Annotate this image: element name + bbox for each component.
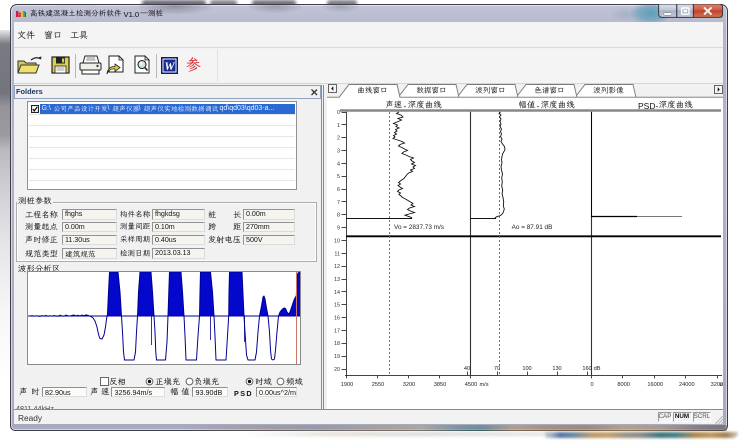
svg-text:Ao = 87.91 dB: Ao = 87.91 dB xyxy=(512,224,553,231)
svg-text:3: 3 xyxy=(337,148,340,154)
svg-text:m/s: m/s xyxy=(479,382,488,388)
svg-text:40: 40 xyxy=(464,366,470,372)
svg-text:15: 15 xyxy=(334,303,340,309)
svg-text:4500: 4500 xyxy=(465,382,477,388)
svg-text:3200: 3200 xyxy=(403,382,415,388)
svg-text:130: 130 xyxy=(552,366,561,372)
svg-text:16: 16 xyxy=(334,316,340,322)
svg-text:20: 20 xyxy=(334,367,340,373)
svg-text:16000: 16000 xyxy=(647,382,663,388)
svg-text:10: 10 xyxy=(334,238,340,244)
svg-text:160: 160 xyxy=(582,366,591,372)
svg-text:Vo = 2837.73 m/s: Vo = 2837.73 m/s xyxy=(394,224,444,231)
svg-text:0: 0 xyxy=(590,382,593,388)
svg-text:2550: 2550 xyxy=(372,382,384,388)
svg-text:dB: dB xyxy=(594,366,601,372)
svg-text:1900: 1900 xyxy=(341,382,353,388)
svg-text:2: 2 xyxy=(337,136,340,142)
svg-text:17: 17 xyxy=(334,328,340,334)
svg-text:100: 100 xyxy=(522,366,531,372)
svg-text:8: 8 xyxy=(337,213,340,219)
svg-text:24000: 24000 xyxy=(679,382,695,388)
svg-text:9: 9 xyxy=(337,226,340,232)
svg-text:3850: 3850 xyxy=(434,382,446,388)
svg-text:4: 4 xyxy=(337,161,340,167)
svg-text:12: 12 xyxy=(334,264,340,270)
svg-text:11: 11 xyxy=(334,251,340,257)
svg-text:1: 1 xyxy=(337,123,340,129)
svg-text:18: 18 xyxy=(334,341,340,347)
svg-text:W: W xyxy=(164,61,175,73)
svg-text:0: 0 xyxy=(337,110,340,116)
svg-text:6: 6 xyxy=(337,187,340,193)
svg-text:13: 13 xyxy=(334,277,340,283)
svg-text:14: 14 xyxy=(334,290,340,296)
svg-text:19: 19 xyxy=(334,354,340,360)
svg-text:7: 7 xyxy=(337,200,340,206)
svg-text:u: u xyxy=(719,382,722,388)
svg-text:5: 5 xyxy=(337,174,340,180)
svg-text:8000: 8000 xyxy=(617,382,629,388)
